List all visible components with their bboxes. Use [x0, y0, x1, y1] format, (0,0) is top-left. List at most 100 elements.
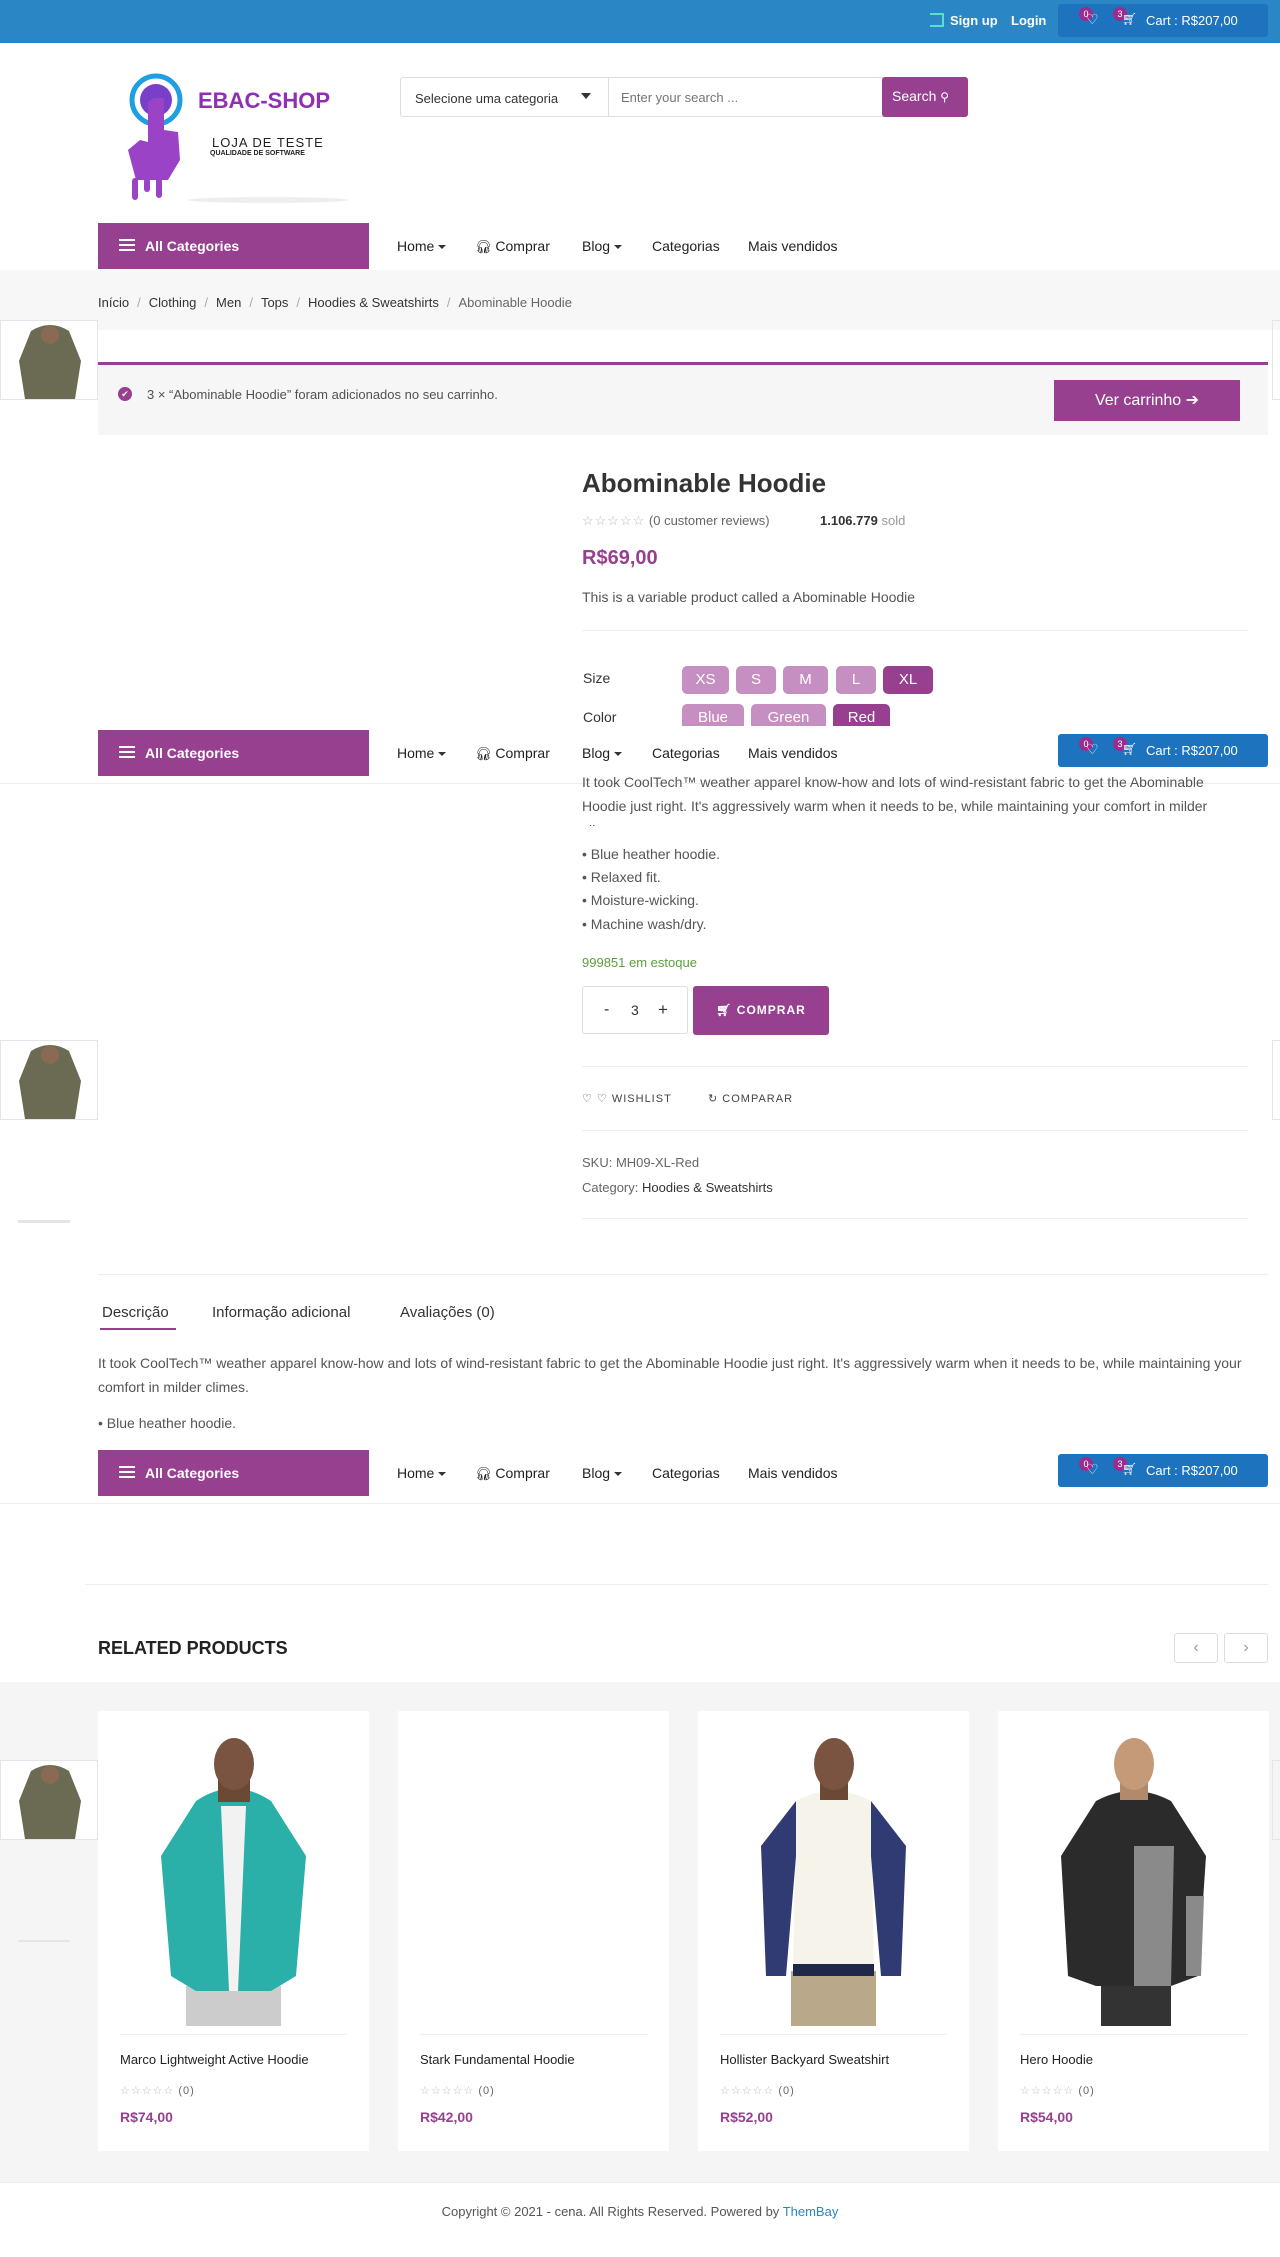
sticky-cart[interactable]: 0 ♡ 3 🛒︎ Cart : R$207,00 — [1058, 734, 1268, 767]
product-card[interactable]: Hollister Backyard Sweatshirt ☆☆☆☆☆ (0) … — [698, 1711, 969, 2151]
size-option-l[interactable]: L — [836, 666, 876, 694]
qty-minus-button[interactable]: - — [604, 1001, 609, 1019]
buy-button[interactable]: 🛒︎ COMPRAR — [693, 986, 829, 1035]
breadcrumb: Início / Clothing / Men / Tops / Hoodies & Sweat… — [98, 295, 572, 310]
nav-blog[interactable]: Blog — [582, 238, 623, 254]
category-label: Category: — [582, 1180, 639, 1195]
logo-title: EBAC-SHOP — [198, 88, 331, 113]
thumb-scroll-indicator — [18, 1220, 70, 1223]
star-rating-icon: ☆☆☆☆☆ (0) — [120, 2085, 195, 2097]
product-thumbnail[interactable] — [0, 1040, 98, 1120]
view-cart-label: Ver carrinho — [1094, 392, 1182, 409]
nav-home[interactable]: Home — [397, 238, 447, 254]
product-card[interactable]: Stark Fundamental Hoodie ☆☆☆☆☆ (0) R$42,… — [398, 1711, 669, 2151]
divider — [98, 1274, 1268, 1275]
sku-label: SKU: — [582, 1155, 613, 1170]
all-categories-button[interactable]: All Categories — [98, 730, 369, 776]
sticky-nav: All Categories Home 🎧︎ Comprar Blog Cate… — [0, 1446, 1280, 1504]
divider — [85, 1584, 1268, 1585]
carousel-prev-button[interactable]: ‹ — [1174, 1633, 1218, 1663]
nav-comprar[interactable]: 🎧︎ Comprar — [475, 1465, 550, 1482]
search-icon: ⚲ — [940, 90, 950, 104]
gray-hoodie-image — [1061, 1738, 1206, 2026]
heart-icon: ♡ ♡ — [582, 1093, 608, 1105]
tab-active-indicator — [100, 1328, 176, 1330]
nav-categorias[interactable]: Categorias — [652, 745, 720, 761]
sold-number: 1.106.779 — [820, 513, 878, 528]
carousel-next-button[interactable]: › — [1224, 1633, 1268, 1663]
size-option-xs[interactable]: XS — [682, 666, 729, 694]
review-count[interactable]: (0 customer reviews) — [649, 513, 770, 528]
all-categories-button[interactable]: All Categories — [98, 223, 369, 269]
heart-icon: ♡ — [1086, 11, 1099, 27]
nav-categorias[interactable]: Categorias — [652, 238, 720, 254]
product-sku: SKU: MH09-XL-Red — [582, 1155, 699, 1170]
breadcrumb-item[interactable]: Men — [216, 295, 241, 310]
nav-mais-vendidos[interactable]: Mais vendidos — [748, 745, 838, 761]
site-logo[interactable]: EBAC-SHOP LOJA DE TESTE QUALIDADE DE SOF… — [118, 70, 358, 205]
tab-descricao[interactable]: Descrição — [102, 1304, 169, 1321]
quantity-stepper: - 3 + — [582, 986, 688, 1034]
divider — [420, 2034, 647, 2035]
headset-icon: 🎧︎ — [475, 746, 492, 761]
wishlist-button[interactable]: ♡ ♡ WISHLIST — [582, 1092, 672, 1105]
qty-value[interactable]: 3 — [631, 1002, 639, 1018]
product-card-title[interactable]: Stark Fundamental Hoodie — [420, 2052, 575, 2067]
nav-comprar[interactable]: 🎧︎ Comprar — [475, 238, 550, 255]
divider — [582, 1218, 1248, 1219]
breadcrumb-item[interactable]: Hoodies & Sweatshirts — [308, 295, 439, 310]
product-thumbnail[interactable] — [0, 320, 98, 400]
breadcrumb-item[interactable]: Tops — [261, 295, 288, 310]
teal-hoodie-image — [161, 1738, 306, 2026]
product-card[interactable]: Hero Hoodie ☆☆☆☆☆ (0) R$54,00 — [998, 1711, 1269, 2151]
sku-value: MH09-XL-Red — [615, 1155, 700, 1170]
nav-comprar[interactable]: 🎧︎ Comprar — [475, 745, 550, 762]
all-categories-button[interactable]: All Categories — [98, 1450, 369, 1496]
sticky-cart[interactable]: 0 ♡ 3 🛒︎ Cart : R$207,00 — [1058, 1454, 1268, 1487]
nav-mais-vendidos[interactable]: Mais vendidos — [748, 238, 838, 254]
size-option-xl[interactable]: XL — [883, 666, 933, 694]
product-card-title[interactable]: Hero Hoodie — [1020, 2052, 1093, 2067]
product-card-title[interactable]: Marco Lightweight Active Hoodie — [120, 2052, 309, 2067]
cart-total: Cart : R$207,00 — [1146, 743, 1238, 758]
category-link[interactable]: Hoodies & Sweatshirts — [642, 1180, 773, 1195]
nav-home-label: Home — [397, 1465, 435, 1481]
footer-link[interactable]: ThemBay — [783, 2204, 839, 2219]
view-cart-button[interactable]: Ver carrinho ➔ — [1054, 380, 1240, 421]
search-button[interactable]: Search ⚲ — [882, 77, 968, 117]
nav-blog[interactable]: Blog — [582, 745, 623, 761]
tab-informacao[interactable]: Informação adicional — [212, 1304, 350, 1321]
breadcrumb-item[interactable]: Início — [98, 295, 129, 310]
nav-mais-vendidos[interactable]: Mais vendidos — [748, 1465, 838, 1481]
product-card[interactable]: Marco Lightweight Active Hoodie ☆☆☆☆☆ (0… — [98, 1711, 369, 2151]
compare-button[interactable]: ↻ COMPARAR — [708, 1092, 793, 1105]
cart-total: Cart : R$207,00 — [1146, 13, 1238, 28]
nav-comprar-label: Comprar — [495, 745, 550, 761]
headset-icon: 🎧︎ — [475, 1466, 492, 1481]
size-option-m[interactable]: M — [783, 666, 828, 694]
breadcrumb-item[interactable]: Clothing — [149, 295, 197, 310]
cart-icon: 🛒︎ — [1122, 1462, 1138, 1476]
tab-avaliacoes[interactable]: Avaliações (0) — [400, 1304, 495, 1321]
caret-down-icon — [614, 752, 623, 757]
product-thumbnail[interactable] — [0, 1760, 98, 1840]
nav-home[interactable]: Home — [397, 745, 447, 761]
nav-blog[interactable]: Blog — [582, 1465, 623, 1481]
product-card-price: R$52,00 — [720, 2109, 773, 2125]
bullet-item: • Blue heather hoodie. — [98, 1415, 237, 1431]
nav-home[interactable]: Home — [397, 1465, 447, 1481]
qty-plus-button[interactable]: + — [658, 1000, 668, 1020]
product-card-title[interactable]: Hollister Backyard Sweatshirt — [720, 2052, 889, 2067]
nav-categorias[interactable]: Categorias — [652, 1465, 720, 1481]
heart-icon: ♡ — [1086, 741, 1099, 757]
chevron-down-icon — [581, 93, 591, 99]
header-cart[interactable]: 0 ♡ 3 🛒︎ Cart : R$207,00 — [1058, 4, 1268, 37]
star-rating-icon: ☆☆☆☆☆ — [582, 513, 646, 528]
menu-icon — [119, 1466, 135, 1468]
category-select[interactable]: Selecione uma categoria — [401, 78, 609, 116]
long-description: It took CoolTech™ weather apparel know-h… — [582, 776, 1208, 826]
login-link[interactable]: Login — [1011, 13, 1046, 28]
size-option-s[interactable]: S — [736, 666, 776, 694]
signup-link[interactable]: Sign up — [950, 13, 998, 28]
search-input[interactable] — [611, 79, 881, 115]
